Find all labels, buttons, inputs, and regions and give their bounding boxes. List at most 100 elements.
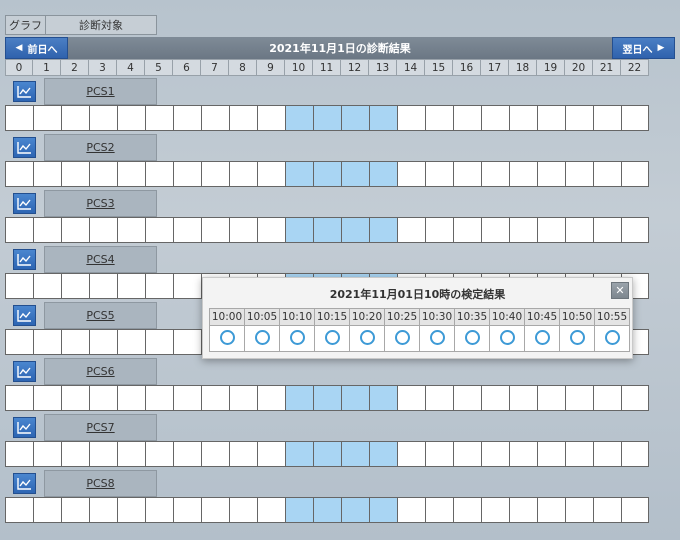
hour-slot[interactable]	[313, 106, 341, 130]
hour-slot[interactable]	[285, 106, 313, 130]
hour-slot[interactable]	[229, 386, 257, 410]
hour-slot[interactable]	[61, 274, 89, 298]
graph-button[interactable]	[13, 81, 36, 102]
hour-slot[interactable]	[61, 106, 89, 130]
hour-slot[interactable]	[425, 498, 453, 522]
device-link[interactable]: PCS2	[86, 141, 114, 154]
hour-slot[interactable]	[341, 498, 369, 522]
hour-slot[interactable]	[537, 218, 565, 242]
hour-slot[interactable]	[145, 386, 173, 410]
hour-slot[interactable]	[5, 106, 33, 130]
hour-slot[interactable]	[117, 442, 145, 466]
hour-slot[interactable]	[593, 162, 621, 186]
hour-slot[interactable]	[593, 442, 621, 466]
hour-slot[interactable]	[33, 274, 61, 298]
hour-slot[interactable]	[481, 106, 509, 130]
hour-slot[interactable]	[481, 498, 509, 522]
hour-slot[interactable]	[341, 162, 369, 186]
device-link[interactable]: PCS8	[86, 477, 114, 490]
hour-slot[interactable]	[369, 162, 397, 186]
hour-slot[interactable]	[173, 274, 201, 298]
graph-button[interactable]	[13, 249, 36, 270]
hour-slot[interactable]	[481, 442, 509, 466]
hour-slot[interactable]	[33, 386, 61, 410]
hour-slot[interactable]	[173, 330, 201, 354]
hour-slot[interactable]	[313, 442, 341, 466]
hour-slot[interactable]	[5, 330, 33, 354]
hour-slot[interactable]	[257, 498, 285, 522]
hour-slot[interactable]	[61, 386, 89, 410]
hour-slot[interactable]	[61, 218, 89, 242]
device-link[interactable]: PCS3	[86, 197, 114, 210]
hour-slot[interactable]	[397, 218, 425, 242]
hour-slot[interactable]	[5, 386, 33, 410]
hour-slot[interactable]	[509, 218, 537, 242]
hour-slot[interactable]	[285, 386, 313, 410]
hour-slot[interactable]	[369, 106, 397, 130]
hour-slot[interactable]	[61, 330, 89, 354]
hour-slot[interactable]	[201, 218, 229, 242]
hour-slot[interactable]	[173, 218, 201, 242]
hour-slot[interactable]	[145, 218, 173, 242]
graph-button[interactable]	[13, 417, 36, 438]
hour-slot[interactable]	[537, 498, 565, 522]
hour-slot[interactable]	[229, 498, 257, 522]
hour-slot[interactable]	[5, 442, 33, 466]
hour-slot[interactable]	[201, 106, 229, 130]
hour-slot[interactable]	[313, 498, 341, 522]
hour-slot[interactable]	[509, 442, 537, 466]
hour-slot[interactable]	[33, 498, 61, 522]
hour-slot[interactable]	[145, 274, 173, 298]
hour-slot[interactable]	[481, 162, 509, 186]
hour-slot[interactable]	[453, 498, 481, 522]
hour-slot[interactable]	[397, 106, 425, 130]
hour-slot[interactable]	[453, 162, 481, 186]
hour-slot[interactable]	[593, 106, 621, 130]
hour-slot[interactable]	[621, 442, 649, 466]
hour-slot[interactable]	[61, 442, 89, 466]
hour-slot[interactable]	[117, 218, 145, 242]
hour-slot[interactable]	[453, 218, 481, 242]
hour-slot[interactable]	[173, 498, 201, 522]
graph-button[interactable]	[13, 137, 36, 158]
hour-slot[interactable]	[565, 218, 593, 242]
device-link[interactable]: PCS1	[86, 85, 114, 98]
hour-slot[interactable]	[61, 162, 89, 186]
hour-slot[interactable]	[537, 386, 565, 410]
hour-slot[interactable]	[117, 274, 145, 298]
hour-slot[interactable]	[173, 386, 201, 410]
hour-slot[interactable]	[257, 106, 285, 130]
hour-slot[interactable]	[565, 162, 593, 186]
hour-slot[interactable]	[173, 442, 201, 466]
hour-slot[interactable]	[565, 106, 593, 130]
hour-slot[interactable]	[89, 274, 117, 298]
hour-slot[interactable]	[397, 386, 425, 410]
hour-slot[interactable]	[5, 218, 33, 242]
hour-slot[interactable]	[565, 442, 593, 466]
hour-slot[interactable]	[537, 106, 565, 130]
hour-slot[interactable]	[89, 498, 117, 522]
hour-slot[interactable]	[425, 386, 453, 410]
hour-slot[interactable]	[369, 218, 397, 242]
hour-slot[interactable]	[145, 442, 173, 466]
hour-slot[interactable]	[257, 218, 285, 242]
hour-slot[interactable]	[341, 218, 369, 242]
hour-slot[interactable]	[341, 106, 369, 130]
hour-slot[interactable]	[593, 218, 621, 242]
hour-slot[interactable]	[593, 386, 621, 410]
hour-slot[interactable]	[201, 498, 229, 522]
hour-slot[interactable]	[537, 442, 565, 466]
hour-slot[interactable]	[621, 498, 649, 522]
hour-slot[interactable]	[33, 162, 61, 186]
hour-slot[interactable]	[481, 386, 509, 410]
hour-slot[interactable]	[33, 218, 61, 242]
hour-slot[interactable]	[397, 498, 425, 522]
hour-slot[interactable]	[89, 106, 117, 130]
hour-slot[interactable]	[593, 498, 621, 522]
hour-slot[interactable]	[565, 498, 593, 522]
hour-slot[interactable]	[285, 218, 313, 242]
hour-slot[interactable]	[397, 442, 425, 466]
device-link[interactable]: PCS5	[86, 309, 114, 322]
device-link[interactable]: PCS7	[86, 421, 114, 434]
hour-slot[interactable]	[117, 386, 145, 410]
